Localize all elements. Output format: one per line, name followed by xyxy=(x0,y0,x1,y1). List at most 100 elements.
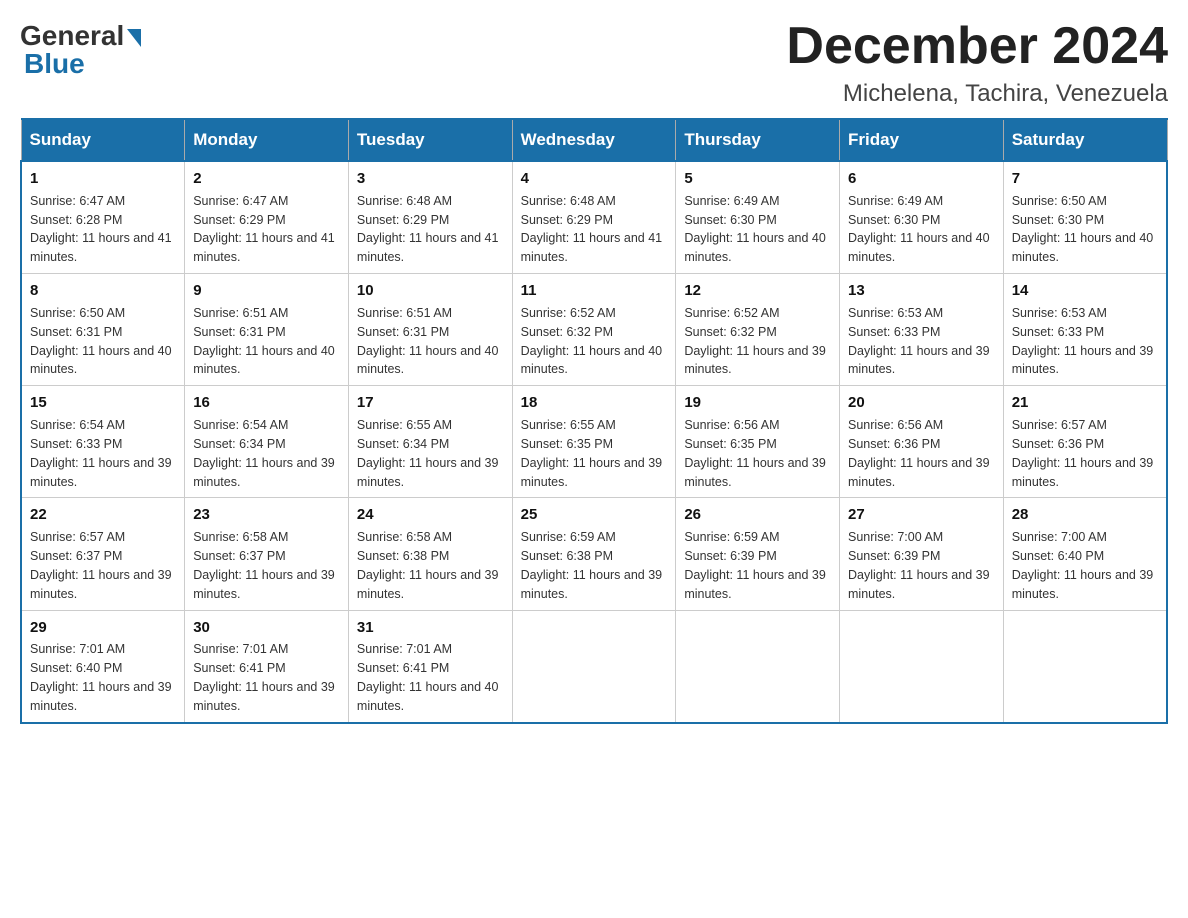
calendar-cell: 16 Sunrise: 6:54 AMSunset: 6:34 PMDaylig… xyxy=(185,386,349,498)
calendar-cell: 14 Sunrise: 6:53 AMSunset: 6:33 PMDaylig… xyxy=(1003,274,1167,386)
calendar-cell: 2 Sunrise: 6:47 AMSunset: 6:29 PMDayligh… xyxy=(185,161,349,274)
calendar-header-thursday: Thursday xyxy=(676,119,840,161)
day-number: 20 xyxy=(848,392,995,414)
day-number: 10 xyxy=(357,280,504,302)
calendar-cell xyxy=(512,610,676,723)
calendar-cell: 30 Sunrise: 7:01 AMSunset: 6:41 PMDaylig… xyxy=(185,610,349,723)
day-info: Sunrise: 7:00 AMSunset: 6:40 PMDaylight:… xyxy=(1012,530,1154,601)
day-number: 18 xyxy=(521,392,668,414)
calendar-cell: 8 Sunrise: 6:50 AMSunset: 6:31 PMDayligh… xyxy=(21,274,185,386)
calendar-cell xyxy=(676,610,840,723)
day-info: Sunrise: 7:01 AMSunset: 6:41 PMDaylight:… xyxy=(193,642,335,713)
day-info: Sunrise: 6:56 AMSunset: 6:35 PMDaylight:… xyxy=(684,418,826,489)
calendar-week-row-1: 1 Sunrise: 6:47 AMSunset: 6:28 PMDayligh… xyxy=(21,161,1167,274)
day-info: Sunrise: 6:50 AMSunset: 6:31 PMDaylight:… xyxy=(30,306,172,377)
calendar-cell: 26 Sunrise: 6:59 AMSunset: 6:39 PMDaylig… xyxy=(676,498,840,610)
calendar-cell xyxy=(840,610,1004,723)
calendar-cell: 15 Sunrise: 6:54 AMSunset: 6:33 PMDaylig… xyxy=(21,386,185,498)
day-number: 2 xyxy=(193,168,340,190)
calendar-cell: 19 Sunrise: 6:56 AMSunset: 6:35 PMDaylig… xyxy=(676,386,840,498)
calendar-header-saturday: Saturday xyxy=(1003,119,1167,161)
day-number: 7 xyxy=(1012,168,1158,190)
day-number: 11 xyxy=(521,280,668,302)
day-number: 31 xyxy=(357,617,504,639)
calendar-cell: 1 Sunrise: 6:47 AMSunset: 6:28 PMDayligh… xyxy=(21,161,185,274)
day-number: 22 xyxy=(30,504,176,526)
calendar-cell: 3 Sunrise: 6:48 AMSunset: 6:29 PMDayligh… xyxy=(348,161,512,274)
day-info: Sunrise: 7:00 AMSunset: 6:39 PMDaylight:… xyxy=(848,530,990,601)
day-number: 16 xyxy=(193,392,340,414)
calendar-cell xyxy=(1003,610,1167,723)
day-number: 25 xyxy=(521,504,668,526)
day-info: Sunrise: 6:52 AMSunset: 6:32 PMDaylight:… xyxy=(521,306,663,377)
calendar-header-monday: Monday xyxy=(185,119,349,161)
day-info: Sunrise: 6:57 AMSunset: 6:36 PMDaylight:… xyxy=(1012,418,1154,489)
calendar-header-wednesday: Wednesday xyxy=(512,119,676,161)
day-info: Sunrise: 6:58 AMSunset: 6:37 PMDaylight:… xyxy=(193,530,335,601)
title-section: December 2024 Michelena, Tachira, Venezu… xyxy=(786,20,1168,108)
calendar-week-row-3: 15 Sunrise: 6:54 AMSunset: 6:33 PMDaylig… xyxy=(21,386,1167,498)
day-info: Sunrise: 6:59 AMSunset: 6:38 PMDaylight:… xyxy=(521,530,663,601)
calendar-cell: 11 Sunrise: 6:52 AMSunset: 6:32 PMDaylig… xyxy=(512,274,676,386)
day-number: 30 xyxy=(193,617,340,639)
day-info: Sunrise: 6:56 AMSunset: 6:36 PMDaylight:… xyxy=(848,418,990,489)
calendar-cell: 31 Sunrise: 7:01 AMSunset: 6:41 PMDaylig… xyxy=(348,610,512,723)
calendar-cell: 23 Sunrise: 6:58 AMSunset: 6:37 PMDaylig… xyxy=(185,498,349,610)
calendar-cell: 20 Sunrise: 6:56 AMSunset: 6:36 PMDaylig… xyxy=(840,386,1004,498)
logo-arrow-icon xyxy=(127,29,141,47)
day-info: Sunrise: 6:47 AMSunset: 6:28 PMDaylight:… xyxy=(30,194,172,265)
day-number: 14 xyxy=(1012,280,1158,302)
day-info: Sunrise: 6:49 AMSunset: 6:30 PMDaylight:… xyxy=(848,194,990,265)
day-number: 27 xyxy=(848,504,995,526)
day-info: Sunrise: 6:52 AMSunset: 6:32 PMDaylight:… xyxy=(684,306,826,377)
calendar-cell: 17 Sunrise: 6:55 AMSunset: 6:34 PMDaylig… xyxy=(348,386,512,498)
day-info: Sunrise: 6:49 AMSunset: 6:30 PMDaylight:… xyxy=(684,194,826,265)
day-info: Sunrise: 6:53 AMSunset: 6:33 PMDaylight:… xyxy=(1012,306,1154,377)
day-number: 19 xyxy=(684,392,831,414)
day-number: 17 xyxy=(357,392,504,414)
calendar-week-row-4: 22 Sunrise: 6:57 AMSunset: 6:37 PMDaylig… xyxy=(21,498,1167,610)
calendar-header-tuesday: Tuesday xyxy=(348,119,512,161)
calendar-cell: 12 Sunrise: 6:52 AMSunset: 6:32 PMDaylig… xyxy=(676,274,840,386)
day-info: Sunrise: 6:58 AMSunset: 6:38 PMDaylight:… xyxy=(357,530,499,601)
calendar-cell: 7 Sunrise: 6:50 AMSunset: 6:30 PMDayligh… xyxy=(1003,161,1167,274)
day-info: Sunrise: 6:55 AMSunset: 6:34 PMDaylight:… xyxy=(357,418,499,489)
page-header: General Blue December 2024 Michelena, Ta… xyxy=(20,20,1168,108)
calendar-cell: 5 Sunrise: 6:49 AMSunset: 6:30 PMDayligh… xyxy=(676,161,840,274)
calendar-cell: 22 Sunrise: 6:57 AMSunset: 6:37 PMDaylig… xyxy=(21,498,185,610)
calendar-header-row: SundayMondayTuesdayWednesdayThursdayFrid… xyxy=(21,119,1167,161)
calendar-week-row-2: 8 Sunrise: 6:50 AMSunset: 6:31 PMDayligh… xyxy=(21,274,1167,386)
day-number: 13 xyxy=(848,280,995,302)
calendar-cell: 13 Sunrise: 6:53 AMSunset: 6:33 PMDaylig… xyxy=(840,274,1004,386)
calendar-header-sunday: Sunday xyxy=(21,119,185,161)
calendar-cell: 28 Sunrise: 7:00 AMSunset: 6:40 PMDaylig… xyxy=(1003,498,1167,610)
day-info: Sunrise: 7:01 AMSunset: 6:41 PMDaylight:… xyxy=(357,642,499,713)
day-info: Sunrise: 6:50 AMSunset: 6:30 PMDaylight:… xyxy=(1012,194,1154,265)
logo-blue: Blue xyxy=(20,48,85,80)
calendar-header-friday: Friday xyxy=(840,119,1004,161)
day-number: 9 xyxy=(193,280,340,302)
day-number: 6 xyxy=(848,168,995,190)
day-number: 12 xyxy=(684,280,831,302)
day-info: Sunrise: 7:01 AMSunset: 6:40 PMDaylight:… xyxy=(30,642,172,713)
day-info: Sunrise: 6:51 AMSunset: 6:31 PMDaylight:… xyxy=(357,306,499,377)
calendar-cell: 6 Sunrise: 6:49 AMSunset: 6:30 PMDayligh… xyxy=(840,161,1004,274)
calendar-cell: 24 Sunrise: 6:58 AMSunset: 6:38 PMDaylig… xyxy=(348,498,512,610)
day-number: 28 xyxy=(1012,504,1158,526)
day-info: Sunrise: 6:48 AMSunset: 6:29 PMDaylight:… xyxy=(357,194,499,265)
location-title: Michelena, Tachira, Venezuela xyxy=(786,80,1168,108)
day-info: Sunrise: 6:47 AMSunset: 6:29 PMDaylight:… xyxy=(193,194,335,265)
day-info: Sunrise: 6:48 AMSunset: 6:29 PMDaylight:… xyxy=(521,194,663,265)
day-number: 29 xyxy=(30,617,176,639)
logo: General Blue xyxy=(20,20,141,80)
calendar-cell: 4 Sunrise: 6:48 AMSunset: 6:29 PMDayligh… xyxy=(512,161,676,274)
calendar-week-row-5: 29 Sunrise: 7:01 AMSunset: 6:40 PMDaylig… xyxy=(21,610,1167,723)
day-number: 21 xyxy=(1012,392,1158,414)
day-info: Sunrise: 6:55 AMSunset: 6:35 PMDaylight:… xyxy=(521,418,663,489)
calendar-cell: 25 Sunrise: 6:59 AMSunset: 6:38 PMDaylig… xyxy=(512,498,676,610)
day-number: 4 xyxy=(521,168,668,190)
day-number: 3 xyxy=(357,168,504,190)
calendar-cell: 27 Sunrise: 7:00 AMSunset: 6:39 PMDaylig… xyxy=(840,498,1004,610)
day-number: 24 xyxy=(357,504,504,526)
day-info: Sunrise: 6:57 AMSunset: 6:37 PMDaylight:… xyxy=(30,530,172,601)
